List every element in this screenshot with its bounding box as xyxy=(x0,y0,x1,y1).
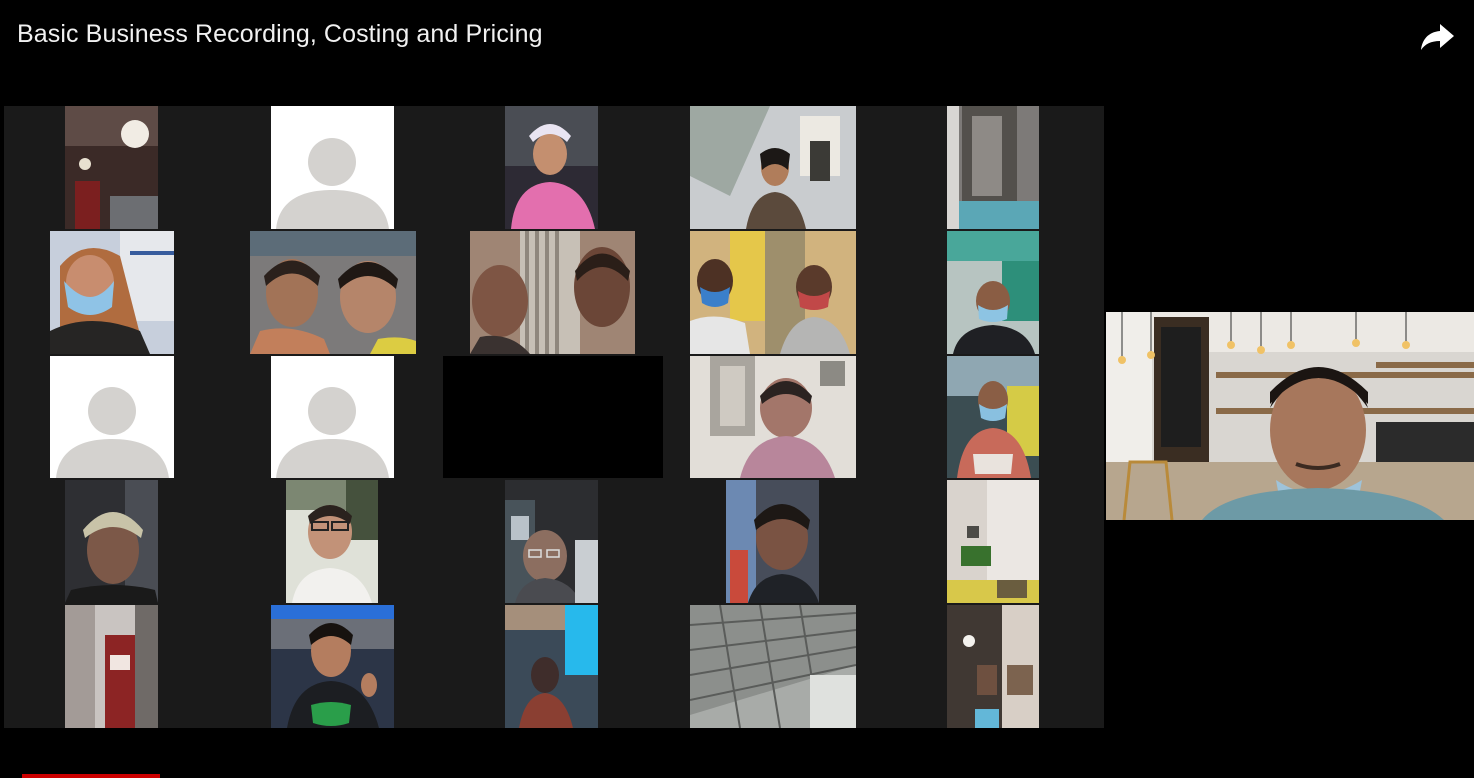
participant-video-tile[interactable] xyxy=(271,605,394,728)
participant-placeholder-tile[interactable] xyxy=(271,106,394,229)
participant-gallery xyxy=(4,106,1104,728)
playback-progress-bar[interactable] xyxy=(22,774,160,778)
participant-video-tile[interactable] xyxy=(690,605,856,728)
participant-video-tile[interactable] xyxy=(505,106,598,229)
participant-video-tile[interactable] xyxy=(65,480,158,603)
participant-video-tile[interactable] xyxy=(470,231,635,354)
participant-video-tile[interactable] xyxy=(690,231,856,354)
participant-video-tile[interactable] xyxy=(947,605,1039,728)
participant-video-tile[interactable] xyxy=(250,231,416,354)
participant-video-tile[interactable] xyxy=(947,480,1039,603)
participant-video-tile[interactable] xyxy=(690,106,856,229)
participant-video-tile[interactable] xyxy=(947,106,1039,229)
participant-video-tile[interactable] xyxy=(947,356,1039,478)
participant-video-tile[interactable] xyxy=(690,356,856,478)
share-arrow-icon xyxy=(1421,24,1454,50)
video-player[interactable]: Basic Business Recording, Costing and Pr… xyxy=(0,0,1474,778)
title-bar: Basic Business Recording, Costing and Pr… xyxy=(0,0,1474,100)
person-placeholder-icon xyxy=(271,106,394,229)
participant-video-off-tile[interactable] xyxy=(443,356,663,478)
participant-placeholder-tile[interactable] xyxy=(271,356,394,478)
active-speaker-video[interactable] xyxy=(1106,312,1474,520)
participant-video-tile[interactable] xyxy=(726,480,819,603)
participant-video-tile[interactable] xyxy=(65,106,158,229)
participant-video-tile[interactable] xyxy=(50,231,174,354)
person-placeholder-icon xyxy=(271,356,394,478)
share-button[interactable] xyxy=(1418,20,1458,54)
participant-video-tile[interactable] xyxy=(65,605,158,728)
participant-placeholder-tile[interactable] xyxy=(50,356,174,478)
person-placeholder-icon xyxy=(50,356,174,478)
participant-video-tile[interactable] xyxy=(286,480,378,603)
video-title[interactable]: Basic Business Recording, Costing and Pr… xyxy=(17,20,543,49)
participant-video-tile[interactable] xyxy=(505,605,598,728)
participant-video-tile[interactable] xyxy=(505,480,598,603)
participant-video-tile[interactable] xyxy=(947,231,1039,354)
